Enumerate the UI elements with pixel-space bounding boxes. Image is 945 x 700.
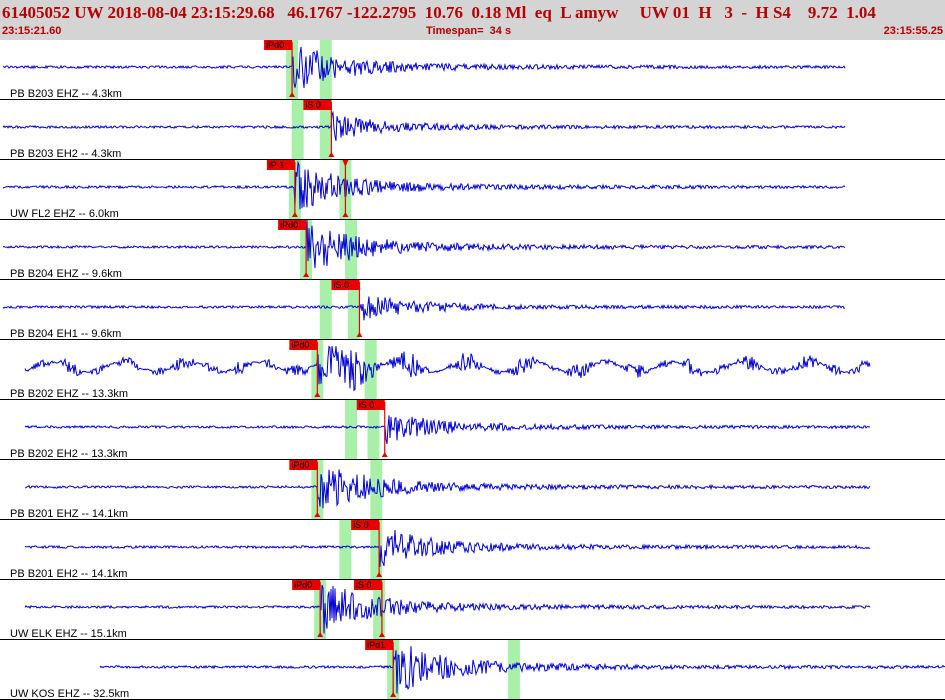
pick-label: iPd0	[291, 340, 309, 350]
trace-row[interactable]: iP 1 UW FL2 EHZ -- 6.0km	[0, 160, 945, 220]
pick-label: iS 0	[333, 280, 349, 290]
trace-row[interactable]: iPd1 UW KOS EHZ -- 32.5km	[0, 640, 945, 700]
pick-label: iS 0	[305, 100, 321, 110]
pick-label: iPd0	[280, 220, 298, 230]
waveform	[2, 218, 846, 269]
station-label: UW KOS EHZ -- 32.5km	[10, 688, 129, 700]
pick-window-band	[319, 280, 332, 340]
event-header: 61405052 UW 2018-08-04 23:15:29.68 46.17…	[0, 0, 945, 40]
pick-window-band	[364, 340, 377, 400]
station-label: PB B201 EHZ -- 14.1km	[10, 508, 128, 520]
waveform	[24, 345, 871, 392]
trace-row[interactable]: iS 0 PB B203 EH2 -- 4.3km	[0, 100, 945, 160]
start-time-label: 23:15:21.60	[2, 25, 62, 37]
pick-label: iS 0	[353, 520, 369, 530]
station-label: PB B203 EHZ -- 4.3km	[10, 88, 122, 100]
waveform	[2, 46, 846, 89]
waveform	[99, 646, 945, 694]
station-label: PB B202 EH2 -- 13.3km	[10, 448, 127, 460]
pick-window-band	[339, 520, 352, 580]
pick-label: iPd0	[266, 40, 284, 50]
trace-row[interactable]: iPd0 iS 0 UW ELK EHZ -- 15.1km	[0, 580, 945, 640]
waveform	[24, 584, 871, 634]
pick-triangle	[381, 452, 388, 457]
timespan-label: Timespan= 34 s	[426, 25, 512, 37]
waveform	[2, 296, 845, 321]
pick-label: iPd0	[291, 460, 309, 470]
station-label: PB B202 EHZ -- 13.3km	[10, 388, 128, 400]
pick-window-band	[507, 640, 520, 700]
waveform	[24, 529, 871, 567]
trace-row[interactable]: iPd0 PB B203 EHZ -- 4.3km	[0, 40, 945, 100]
trace-row[interactable]: iPd0 PB B202 EHZ -- 13.3km	[0, 340, 945, 400]
pick-label: iP 1	[269, 160, 284, 170]
pick-label: iS 0	[356, 580, 372, 590]
waveform	[2, 160, 846, 210]
waveform	[2, 110, 846, 141]
trace-row[interactable]: iS 0 PB B201 EH2 -- 14.1km	[0, 520, 945, 580]
pick-label: iPd0	[294, 580, 312, 590]
pick-window-band	[291, 100, 304, 160]
trace-row[interactable]: iS 0 PB B204 EH1 -- 9.6km	[0, 280, 945, 340]
station-label: UW FL2 EHZ -- 6.0km	[10, 208, 119, 220]
event-summary-line: 61405052 UW 2018-08-04 23:15:29.68 46.17…	[2, 3, 876, 22]
pick-label: iPd1	[367, 640, 385, 650]
trace-row[interactable]: iPd0 PB B204 EHZ -- 9.6km	[0, 218, 945, 280]
station-label: PB B204 EHZ -- 9.6km	[10, 268, 122, 280]
pick-label: iS 0	[359, 400, 375, 410]
station-label: PB B204 EH1 -- 9.6km	[10, 328, 121, 340]
station-label: UW ELK EHZ -- 15.1km	[10, 628, 127, 640]
trace-row[interactable]: iPd0 PB B201 EHZ -- 14.1km	[0, 460, 945, 520]
station-label: PB B201 EH2 -- 14.1km	[10, 568, 127, 580]
station-label: PB B203 EH2 -- 4.3km	[10, 148, 121, 160]
seismogram-panel[interactable]: iPd0 PB B203 EHZ -- 4.3km iS 0 PB B203 EH2 …	[0, 40, 945, 700]
trace-row[interactable]: iS 0 PB B202 EH2 -- 13.3km	[0, 400, 945, 460]
pick-window-band	[345, 400, 358, 460]
waveform	[24, 415, 871, 445]
waveform	[24, 469, 871, 509]
end-time-label: 23:15:55.25	[883, 25, 943, 37]
